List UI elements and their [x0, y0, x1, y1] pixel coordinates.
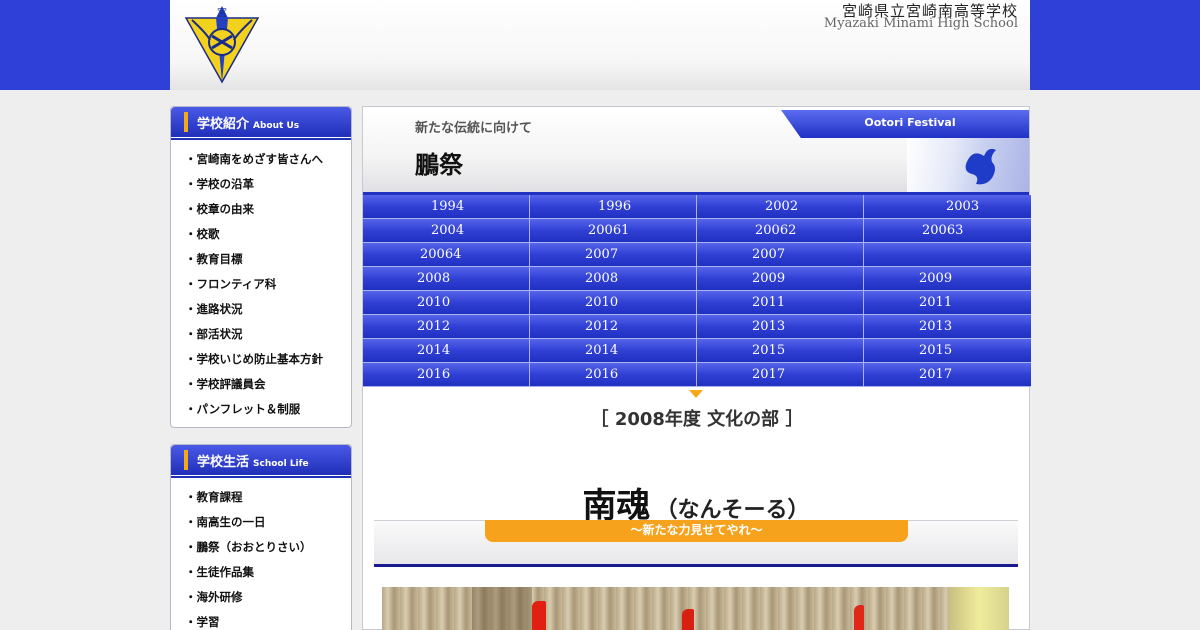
sidebar-school-life-header: 学校生活 School Life	[171, 445, 351, 475]
sidebar-school-life-title: 学校生活 School Life	[197, 455, 309, 470]
year-link[interactable]: 2013	[864, 315, 1031, 339]
year-link[interactable]: 2016	[363, 363, 530, 387]
year-link[interactable]: 2012	[530, 315, 697, 339]
sidebar-school-life-panel: 学校生活School Life 教育課程南高生の一日鵬祭（おおとりさい）生徒作品…	[170, 444, 352, 630]
sidebar-about-title-en: About Us	[253, 121, 300, 131]
year-link[interactable]: 2002	[697, 195, 864, 219]
sidebar-about-list: 宮崎南をめざす皆さんへ学校の沿革校章の由来校歌教育目標フロンティア科進路状況部活…	[171, 140, 351, 429]
svg-text:宮: 宮	[217, 6, 227, 19]
about-item[interactable]: 学校いじめ防止基本方針	[185, 350, 351, 375]
year-link[interactable]: 2015	[697, 339, 864, 363]
year-link[interactable]: 2007	[697, 243, 864, 267]
about-item[interactable]: 進路状況	[185, 300, 351, 325]
school-name-en: Myazaki Minami High School	[823, 16, 1018, 31]
year-link[interactable]: 2012	[363, 315, 530, 339]
school-life-item[interactable]: 教育課程	[185, 488, 351, 513]
about-item[interactable]: 学校の沿革	[185, 175, 351, 200]
festival-banner: 南魂 （なんそーる） ～新たな力見せてやれ～	[374, 472, 1018, 568]
ootori-festival-tab: Ootori Festival	[781, 110, 1029, 138]
sidebar-about-panel: 学校紹介About Us 宮崎南をめざす皆さんへ学校の沿革校章の由来校歌教育目標…	[170, 106, 352, 428]
sidebar-school-life-title-en: School Life	[253, 459, 309, 469]
year-link[interactable]: 1996	[530, 195, 697, 219]
year-link[interactable]: 2017	[697, 363, 864, 387]
sidebar-about-header: 学校紹介 About Us	[171, 107, 351, 137]
year-link[interactable]: 2008	[530, 267, 697, 291]
year-link[interactable]: 2009	[697, 267, 864, 291]
year-link[interactable]: 20064	[363, 243, 530, 267]
about-item[interactable]: 宮崎南をめざす皆さんへ	[185, 150, 351, 175]
about-item[interactable]: 校歌	[185, 225, 351, 250]
year-navigation-grid: 1994 1996 2002 2003 2004 20061 20062 20063 20064…	[363, 195, 1031, 387]
sidebar-school-life-list: 教育課程南高生の一日鵬祭（おおとりさい）生徒作品集海外研修学習	[171, 478, 351, 630]
sidebar-about-title: 学校紹介 About Us	[197, 117, 300, 132]
main-content: 新たな伝統に向けて 鵬祭 Ootori Festival 1994 1996 200…	[362, 106, 1031, 630]
page-subtitle: 新たな伝統に向けて	[415, 121, 533, 136]
year-link[interactable]: 2013	[697, 315, 864, 339]
section-title: ［ 2008年度 文化の部 ］	[590, 409, 804, 430]
year-link[interactable]: 2014	[530, 339, 697, 363]
school-life-item[interactable]: 南高生の一日	[185, 513, 351, 538]
year-link[interactable]: 2017	[864, 363, 1031, 387]
year-link[interactable]: 2010	[363, 291, 530, 315]
year-link[interactable]: 2011	[864, 291, 1031, 315]
school-life-item[interactable]: 海外研修	[185, 588, 351, 613]
year-link[interactable]: 1994	[363, 195, 530, 219]
year-link[interactable]: 2014	[363, 339, 530, 363]
year-link[interactable]: 2011	[697, 291, 864, 315]
festival-photo	[382, 587, 1009, 630]
header-accent-bar	[184, 450, 188, 470]
header-accent-bar	[184, 112, 188, 132]
year-link[interactable]: 20062	[697, 219, 864, 243]
year-link[interactable]: 2015	[864, 339, 1031, 363]
about-item[interactable]: 校章の由来	[185, 200, 351, 225]
year-cell-empty	[864, 243, 1031, 267]
about-item[interactable]: パンフレット＆制服	[185, 400, 351, 425]
about-item[interactable]: 部活状況	[185, 325, 351, 350]
festival-slogan: ～新たな力見せてやれ～	[485, 520, 908, 542]
year-link[interactable]: 2008	[363, 267, 530, 291]
year-link[interactable]: 2004	[363, 219, 530, 243]
year-link[interactable]: 2003	[864, 195, 1031, 219]
content-header: 新たな伝統に向けて 鵬祭 Ootori Festival	[363, 107, 1029, 195]
divider-rule	[374, 564, 1018, 567]
year-link[interactable]: 2010	[530, 291, 697, 315]
about-item[interactable]: フロンティア科	[185, 275, 351, 300]
year-link[interactable]: 2009	[864, 267, 1031, 291]
year-link[interactable]: 20061	[530, 219, 697, 243]
page-title: 鵬祭	[415, 150, 463, 179]
year-link[interactable]: 2016	[530, 363, 697, 387]
school-emblem-logo[interactable]: 宮	[182, 4, 262, 84]
phoenix-bird-image	[907, 138, 1029, 192]
about-item[interactable]: 学校評議員会	[185, 375, 351, 400]
year-link[interactable]: 2007	[530, 243, 697, 267]
about-item[interactable]: 教育目標	[185, 250, 351, 275]
school-life-item[interactable]: 学習	[185, 613, 351, 630]
bird-icon	[965, 148, 996, 185]
site-header: 宮 宮崎県立宮崎南高等学校 Myazaki Minami High School	[170, 0, 1030, 90]
school-life-item[interactable]: 鵬祭（おおとりさい）	[185, 538, 351, 563]
selected-year-pointer	[689, 390, 703, 398]
school-life-item[interactable]: 生徒作品集	[185, 563, 351, 588]
year-link[interactable]: 20063	[864, 219, 1031, 243]
